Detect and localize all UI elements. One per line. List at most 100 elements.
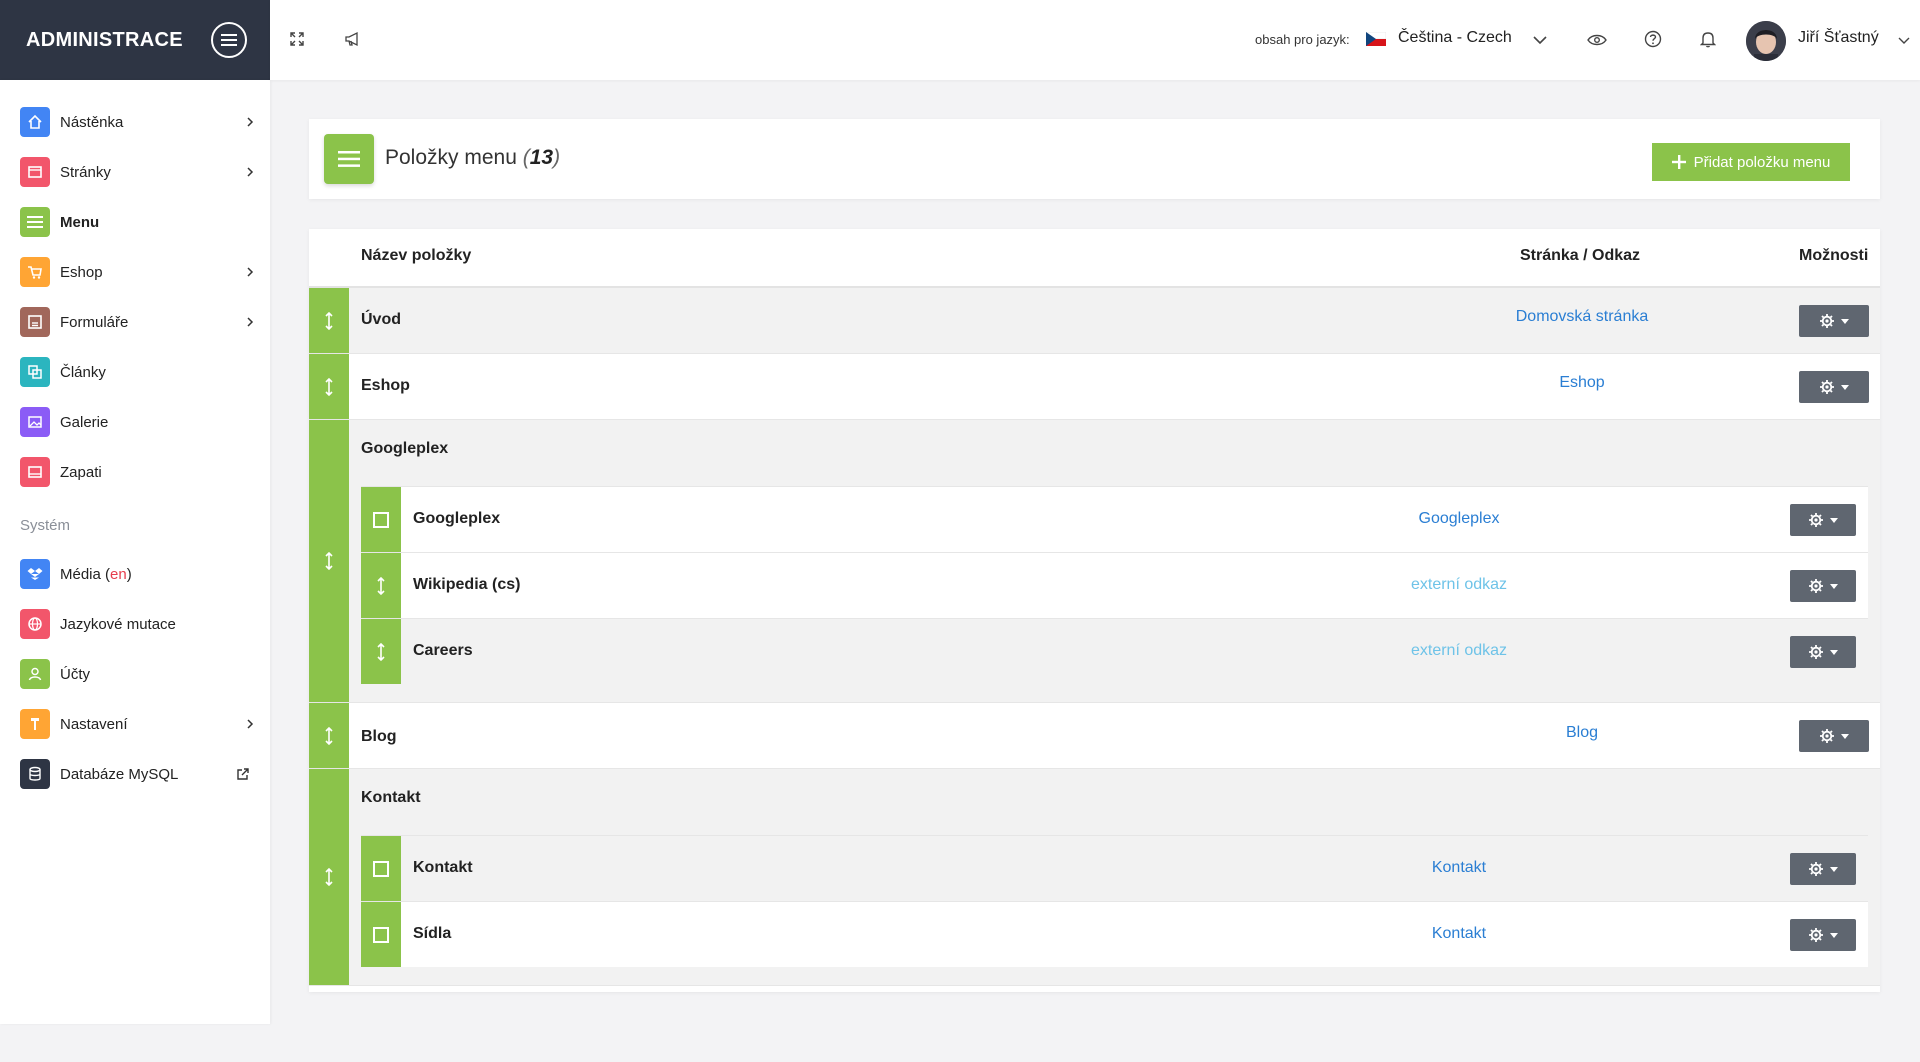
media-suffix-close: )	[126, 565, 132, 583]
megaphone-icon[interactable]	[341, 27, 365, 51]
row-options-button[interactable]	[1799, 305, 1869, 337]
sidebar-item-clanky[interactable]: Články	[0, 352, 270, 392]
sidebar-toggle-button[interactable]	[211, 22, 247, 58]
help-icon[interactable]	[1641, 27, 1665, 51]
sidebar-item-jazykove-mutace[interactable]: Jazykové mutace	[0, 604, 270, 644]
gear-icon	[1809, 513, 1823, 527]
sidebar-item-formulare[interactable]: Formuláře	[0, 302, 270, 342]
sidebar-section-label: Systém	[20, 517, 71, 534]
eye-icon[interactable]	[1585, 28, 1609, 52]
caret-down-icon	[1830, 583, 1838, 589]
drag-vertical-icon	[325, 726, 333, 745]
external-link-icon	[237, 768, 249, 780]
table-row: Blog Blog	[309, 703, 1880, 769]
row-link[interactable]: Kontakt	[1339, 925, 1579, 943]
sidebar-item-ucty[interactable]: Účty	[0, 654, 270, 694]
select-handle[interactable]	[361, 902, 401, 967]
gear-icon	[1809, 928, 1823, 942]
table-row-group: Googleplex Googleplex Googleplex Wikiped…	[309, 420, 1880, 703]
row-options-button[interactable]	[1790, 853, 1856, 885]
add-menu-item-button[interactable]: Přidat položku menu	[1652, 143, 1850, 181]
gear-icon	[1820, 314, 1834, 328]
sidebar-item-eshop[interactable]: Eshop	[0, 252, 270, 292]
row-link-external[interactable]: externí odkaz	[1339, 642, 1579, 660]
row-link[interactable]: Googleplex	[1339, 510, 1579, 528]
user-name[interactable]: Jiří Šťastný	[1798, 29, 1879, 47]
chevron-right-icon	[247, 117, 254, 127]
row-name: Googleplex	[413, 510, 501, 527]
drag-handle[interactable]	[361, 619, 401, 684]
sidebar-item-nastaveni[interactable]: Nastavení	[0, 704, 270, 744]
drag-vertical-icon	[325, 311, 333, 330]
avatar[interactable]	[1746, 21, 1786, 61]
drag-handle[interactable]	[309, 288, 349, 353]
caret-down-icon	[1830, 649, 1838, 655]
cart-icon	[20, 257, 50, 287]
plus-icon	[1671, 155, 1686, 169]
sidebar-item-label: Nástěnka	[60, 113, 124, 131]
row-link[interactable]: Domovská stránka	[1462, 308, 1702, 326]
row-options-button[interactable]	[1790, 570, 1856, 602]
add-menu-item-label: Přidat položku menu	[1693, 153, 1831, 171]
sidebar-item-galerie[interactable]: Galerie	[0, 402, 270, 442]
drag-handle[interactable]	[309, 769, 349, 985]
row-name: Googleplex	[361, 440, 449, 457]
caret-down-icon	[1841, 733, 1849, 739]
drag-vertical-icon	[325, 377, 333, 396]
browser-icon	[20, 157, 50, 187]
gallery-icon	[20, 407, 50, 437]
sidebar-item-label: Databáze MySQL	[60, 765, 179, 783]
media-suffix-open: (	[100, 565, 111, 583]
row-options-button[interactable]	[1790, 636, 1856, 668]
drag-handle[interactable]	[309, 703, 349, 768]
articles-icon	[20, 357, 50, 387]
select-handle[interactable]	[361, 487, 401, 552]
sidebar-item-label: Galerie	[60, 413, 109, 431]
row-name: Kontakt	[413, 859, 473, 876]
sidebar-item-media[interactable]: Média (en)	[0, 554, 270, 594]
menu-items-table: Název položky Stránka / Odkaz Možnosti Ú…	[309, 229, 1880, 992]
row-link[interactable]: Blog	[1462, 724, 1702, 742]
sidebar-item-databaze-mysql[interactable]: Databáze MySQL	[0, 754, 270, 794]
row-link-external[interactable]: externí odkaz	[1339, 576, 1579, 594]
table-row: Úvod Domovská stránka	[309, 288, 1880, 354]
gear-icon	[1820, 380, 1834, 394]
drag-handle[interactable]	[309, 354, 349, 419]
chevron-down-icon[interactable]	[1892, 29, 1916, 53]
drag-handle[interactable]	[361, 553, 401, 618]
chevron-down-icon[interactable]	[1528, 28, 1552, 52]
sidebar-item-zapati[interactable]: Zapati	[0, 452, 270, 492]
topbar: obsah pro jazyk: Čeština - Czech Jiří Šť…	[270, 0, 1920, 80]
column-header-options: Možnosti	[1799, 247, 1869, 264]
bell-icon[interactable]	[1696, 27, 1720, 51]
drag-vertical-icon	[325, 552, 333, 570]
sidebar-item-label: Média (en)	[60, 566, 132, 583]
row-options-button[interactable]	[1799, 720, 1869, 752]
row-link[interactable]: Kontakt	[1339, 859, 1579, 877]
drag-handle[interactable]	[309, 420, 349, 702]
drag-vertical-icon	[325, 868, 333, 886]
sidebar-item-label: Články	[60, 363, 106, 381]
language-select[interactable]: Čeština - Czech	[1398, 29, 1512, 47]
table-row-child: Careers externí odkaz	[361, 618, 1868, 684]
table-row: Eshop Eshop	[309, 354, 1880, 420]
sidebar-item-nastenka[interactable]: Nástěnka	[0, 102, 270, 142]
page-title-text: Položky menu	[385, 146, 517, 169]
select-handle[interactable]	[361, 836, 401, 901]
item-count-close: )	[553, 146, 561, 169]
fullscreen-icon[interactable]	[285, 27, 309, 51]
row-options-button[interactable]	[1790, 504, 1856, 536]
table-row-child: Kontakt Kontakt	[361, 835, 1868, 901]
sidebar-item-label: Formuláře	[60, 313, 129, 331]
sidebar-item-label: Eshop	[60, 263, 103, 281]
row-options-button[interactable]	[1790, 919, 1856, 951]
row-name: Sídla	[413, 925, 452, 942]
row-options-button[interactable]	[1799, 371, 1869, 403]
hammer-icon	[20, 709, 50, 739]
sidebar-item-menu[interactable]: Menu	[0, 202, 270, 242]
sidebar-item-stranky[interactable]: Stránky	[0, 152, 270, 192]
caret-down-icon	[1830, 866, 1838, 872]
table-row-child: Googleplex Googleplex	[361, 486, 1868, 552]
caret-down-icon	[1830, 932, 1838, 938]
row-link[interactable]: Eshop	[1462, 374, 1702, 392]
